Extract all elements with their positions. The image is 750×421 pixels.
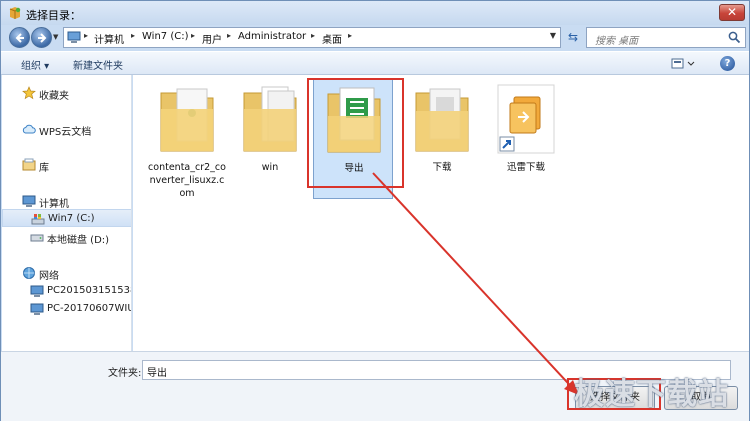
nav-item-favorites[interactable]: 收藏夹	[2, 84, 131, 102]
computer-icon	[22, 195, 36, 207]
app-icon	[9, 7, 21, 19]
folder-picker-dialog: 选择目录： ✕ ▼ ▸ 计算机 ▸ Win7 (C:) ▸ 用户 ▸ Admin…	[0, 0, 750, 421]
new-folder-button[interactable]: 新建文件夹	[73, 57, 123, 72]
help-button[interactable]: ?	[720, 56, 735, 71]
folder-item[interactable]: contenta_cr2_converter_lisuxz.com	[147, 79, 227, 199]
command-bar: 组织 ▾ 新建文件夹 ?	[1, 51, 749, 75]
breadcrumb-separator: ▸	[131, 31, 136, 40]
title-bar: 选择目录： ✕	[1, 1, 749, 25]
shortcut-item[interactable]: 迅雷下载	[486, 79, 566, 199]
breadcrumb-administrator[interactable]: Administrator	[238, 31, 306, 42]
folder-item[interactable]: win	[230, 79, 310, 199]
nav-item-wps-cloud[interactable]: WPS云文档	[2, 120, 131, 138]
breadcrumb-separator: ▸	[191, 31, 196, 40]
nav-label: 本地磁盘 (D:)	[47, 235, 110, 246]
breadcrumb-desktop[interactable]: 桌面	[322, 31, 342, 46]
watermark-text: 极速下载站	[574, 377, 729, 412]
shortcut-folder-icon	[497, 84, 555, 154]
breadcrumb-users[interactable]: 用户	[202, 31, 222, 46]
nav-label: PC201503151538	[47, 285, 132, 296]
network-icon	[23, 267, 35, 279]
hard-drive-icon	[30, 234, 44, 242]
search-input[interactable]: 搜索 桌面	[595, 32, 638, 47]
forward-button[interactable]	[31, 27, 52, 48]
nav-item-pc1[interactable]: PC201503151538	[2, 282, 132, 300]
nav-item-computer[interactable]: 计算机	[2, 192, 131, 210]
nav-item-pc2[interactable]: PC-20170607WIUN	[2, 300, 131, 318]
breadcrumb-separator: ▸	[227, 31, 232, 40]
computer-location-icon	[67, 31, 81, 43]
file-name: 下载	[432, 162, 452, 173]
nav-label: Win7 (C:)	[48, 213, 95, 224]
close-button[interactable]: ✕	[719, 4, 745, 21]
computer-icon	[30, 303, 44, 315]
star-icon	[22, 86, 36, 100]
back-button[interactable]	[9, 27, 30, 48]
breadcrumb-separator: ▸	[311, 31, 316, 40]
nav-item-libraries[interactable]: 库	[2, 156, 131, 174]
cloud-icon	[22, 124, 36, 134]
folder-label: 文件夹:	[108, 368, 142, 379]
view-options-icon[interactable]	[669, 55, 697, 72]
library-icon	[22, 158, 36, 171]
nav-label: 网络	[39, 271, 59, 282]
file-name: 迅雷下载	[506, 162, 545, 173]
folder-with-file-icon	[415, 88, 469, 152]
address-bar[interactable]: ▸ 计算机 ▸ Win7 (C:) ▸ 用户 ▸ Administrator ▸…	[63, 27, 561, 48]
recent-pages-dropdown[interactable]: ▼	[53, 33, 61, 41]
arrow-right-icon	[38, 33, 47, 43]
folder-name-value[interactable]: 导出	[147, 364, 167, 379]
search-icon[interactable]	[728, 31, 741, 44]
nav-label: WPS云文档	[39, 127, 92, 138]
folder-with-pages-icon	[243, 86, 297, 152]
breadcrumb-drive-c[interactable]: Win7 (C:)	[142, 31, 188, 42]
refresh-icon: ⇆	[567, 30, 579, 44]
refresh-button[interactable]: ⇆	[564, 28, 582, 47]
search-box[interactable]: 搜索 桌面	[586, 27, 746, 48]
file-list: contenta_cr2_converter_lisuxz.com win 导出	[133, 75, 749, 351]
nav-item-network[interactable]: 网络	[2, 264, 131, 282]
nav-label: 库	[39, 163, 49, 174]
chevron-down-icon[interactable]: ▼	[550, 31, 556, 40]
highlight-box-folder	[307, 78, 404, 188]
arrow-left-icon	[15, 33, 24, 43]
nav-item-drive-c[interactable]: Win7 (C:)	[2, 209, 131, 227]
windows-drive-icon	[31, 214, 45, 225]
navigation-pane: 收藏夹 WPS云文档 库 计算机 Win7 (C:) 本地磁盘 (D:) 网络 …	[2, 75, 132, 351]
folder-item[interactable]: 下载	[402, 79, 482, 199]
nav-label: 收藏夹	[39, 91, 69, 102]
nav-label: 计算机	[39, 199, 69, 210]
organize-menu[interactable]: 组织 ▾	[21, 57, 49, 72]
breadcrumb-separator: ▸	[348, 31, 353, 40]
window-title: 选择目录：	[26, 9, 81, 22]
breadcrumb-separator: ▸	[84, 31, 89, 40]
breadcrumb-computer[interactable]: 计算机	[94, 31, 124, 46]
address-row: ▼ ▸ 计算机 ▸ Win7 (C:) ▸ 用户 ▸ Administrator…	[1, 25, 749, 49]
folder-with-document-icon	[160, 88, 214, 152]
nav-label: PC-20170607WIUN	[47, 303, 131, 314]
file-name: contenta_cr2_converter_lisuxz.com	[148, 162, 226, 199]
computer-icon	[30, 285, 44, 297]
nav-item-drive-d[interactable]: 本地磁盘 (D:)	[2, 228, 131, 246]
file-name: win	[261, 162, 279, 173]
